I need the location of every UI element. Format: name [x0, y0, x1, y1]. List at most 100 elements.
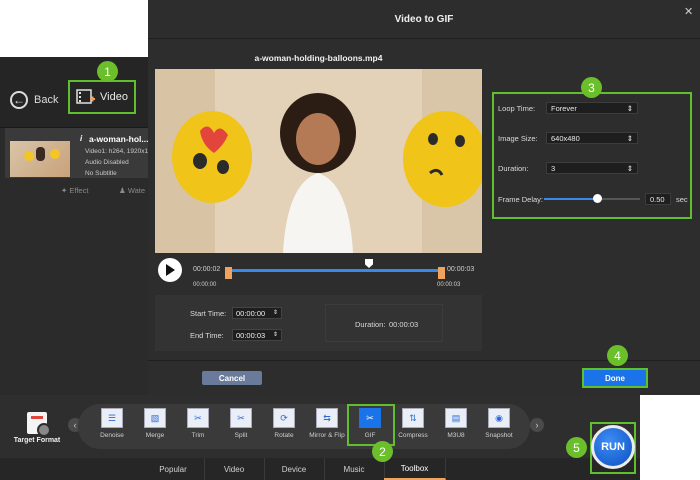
target-format-icon	[27, 412, 51, 437]
split-icon: ✂	[230, 408, 252, 428]
tab-video[interactable]: Video	[204, 458, 265, 480]
gif-icon: ✂	[359, 408, 381, 428]
trim-end-handle[interactable]	[438, 267, 445, 279]
loop-time-label: Loop Time:	[498, 104, 536, 113]
tool-label: Merge	[145, 432, 165, 439]
tool-label: Trim	[191, 432, 205, 439]
duration-input[interactable]: 3 ⇕	[546, 162, 638, 174]
dialog-divider	[148, 38, 700, 39]
compress-icon: ⇅	[402, 408, 424, 428]
video-preview	[155, 69, 482, 253]
tool-snapshot[interactable]: ◉ Snapshot	[479, 408, 519, 439]
stepper-icon[interactable]: ⇕	[273, 331, 278, 338]
tool-split[interactable]: ✂ Split	[221, 408, 261, 439]
film-add-icon	[76, 89, 96, 104]
tab-popular[interactable]: Popular	[142, 458, 205, 480]
image-size-label: Image Size:	[498, 134, 538, 143]
duration-label: Duration:	[498, 164, 529, 173]
back-button[interactable]: ← Back	[10, 88, 58, 112]
callout-4: 4	[607, 345, 628, 366]
merge-icon: ▧	[144, 408, 166, 428]
tool-denoise[interactable]: ☰ Denoise	[92, 408, 132, 439]
done-button[interactable]: Done	[582, 368, 648, 388]
tool-mirror-flip[interactable]: ⇆ Mirror & Flip	[307, 408, 347, 439]
select-arrows-icon: ⇕	[626, 103, 633, 113]
duration-summary-value: 00:00:03	[389, 320, 419, 329]
back-label: Back	[34, 94, 59, 106]
tool-gif[interactable]: ✂ GIF	[350, 408, 390, 439]
callout-5: 5	[566, 437, 587, 458]
start-time-input[interactable]: 00:00:00 ⇕	[232, 307, 282, 319]
tool-trim[interactable]: ✂ Trim	[178, 408, 218, 439]
tool-rotate[interactable]: ⟳ Rotate	[264, 408, 304, 439]
back-arrow-icon: ←	[10, 91, 28, 109]
end-time-input[interactable]: 00:00:03 ⇕	[232, 329, 282, 341]
m3u8-icon: ▤	[445, 408, 467, 428]
current-time-left: 00:00:02	[193, 266, 221, 273]
frame-delay-knob[interactable]	[592, 194, 602, 203]
tab-device[interactable]: Device	[264, 458, 325, 480]
tool-label: Mirror & Flip	[309, 432, 345, 439]
frame-delay-fill	[544, 198, 597, 200]
run-button[interactable]: RUN	[591, 425, 635, 469]
rotate-icon: ⟳	[273, 408, 295, 428]
duration-value: 3	[551, 163, 556, 173]
tool-label: Compress	[398, 432, 428, 439]
tool-label: Snapshot	[485, 432, 513, 439]
target-format-label: Target Format	[13, 437, 61, 444]
tool-label: Rotate	[274, 432, 294, 439]
close-icon[interactable]: ✕	[684, 5, 693, 18]
play-icon	[166, 264, 175, 276]
tool-label: M3U8	[447, 432, 465, 439]
trim-start-time: 00:00:00	[193, 282, 217, 288]
stepper-icon[interactable]: ⇕	[273, 309, 278, 316]
trim-end-time: 00:00:03	[437, 282, 461, 288]
tool-compress[interactable]: ⇅ Compress	[393, 408, 433, 439]
tool-label: GIF	[364, 432, 376, 439]
file-thumbnail	[10, 141, 70, 177]
trim-track[interactable]	[228, 269, 442, 272]
image-size-select[interactable]: 640x480 ⇕	[546, 132, 638, 144]
play-button[interactable]	[158, 258, 182, 282]
tab-toolbox[interactable]: Toolbox	[384, 458, 446, 480]
video-frame-image	[155, 69, 482, 253]
select-arrows-icon: ⇕	[626, 133, 633, 143]
snapshot-icon: ◉	[488, 408, 510, 428]
file-actions: ✦ Effect ♟ Wate	[5, 184, 148, 198]
end-time-label: End Time:	[190, 331, 224, 340]
loop-time-value: Forever	[551, 103, 577, 113]
end-time-value: 00:00:03	[236, 331, 266, 340]
frame-delay-input[interactable]: 0.50	[645, 193, 671, 205]
callout-2: 2	[372, 441, 393, 462]
frame-delay-slider[interactable]	[544, 194, 640, 203]
add-video-button[interactable]: Video	[68, 80, 136, 114]
effect-label: Effect	[69, 186, 89, 195]
trim-start-handle[interactable]	[225, 267, 232, 279]
current-time-right: 00:00:03	[447, 266, 475, 273]
loop-time-select[interactable]: Forever ⇕	[546, 102, 638, 114]
denoise-icon: ☰	[101, 408, 123, 428]
image-size-value: 640x480	[551, 133, 580, 143]
info-icon[interactable]: i	[80, 134, 82, 143]
effect-button[interactable]: ✦ Effect	[61, 186, 88, 195]
watermark-label: Wate	[127, 186, 146, 195]
tab-music[interactable]: Music	[324, 458, 385, 480]
file-audio-info: Audio Disabled	[85, 159, 129, 166]
file-subtitle-info: No Subtitle	[85, 170, 117, 177]
watermark-button[interactable]: ♟ Wate	[119, 186, 145, 195]
frame-delay-label: Frame Delay:	[498, 195, 544, 204]
frame-delay-value: 0.50	[650, 194, 665, 204]
tool-m3u8[interactable]: ▤ M3U8	[436, 408, 476, 439]
target-format-button[interactable]: Target Format	[8, 412, 66, 444]
scroll-right-icon[interactable]: ›	[530, 418, 544, 432]
stepper-arrows-icon: ⇕	[626, 163, 633, 173]
file-video-info: Video1: h264, 1920x1	[85, 148, 149, 155]
tool-merge[interactable]: ▧ Merge	[135, 408, 175, 439]
trim-icon: ✂	[187, 408, 209, 428]
frame-delay-unit: sec	[676, 195, 688, 204]
tool-label: Denoise	[100, 432, 124, 439]
callout-1: 1	[97, 61, 118, 82]
cancel-button[interactable]: Cancel	[202, 371, 262, 385]
dialog-title: Video to GIF	[394, 14, 454, 25]
file-title: a-woman-hol...	[89, 134, 149, 144]
